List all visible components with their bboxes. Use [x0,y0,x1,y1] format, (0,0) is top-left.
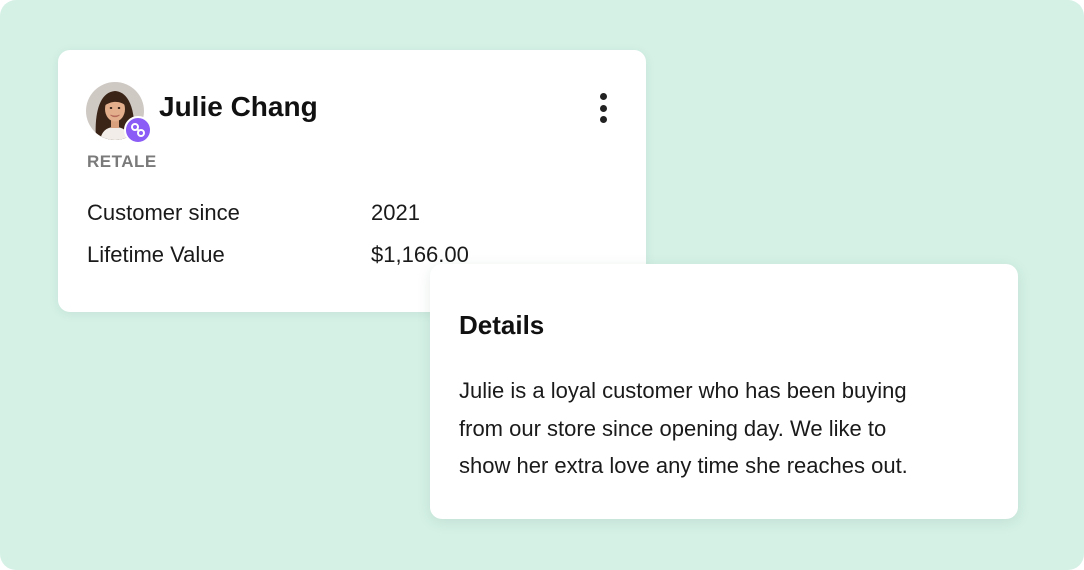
details-line: Julie is a loyal customer who has been b… [459,378,907,403]
customer-since-value: 2021 [371,200,420,225]
customer-name: Julie Chang [159,91,318,122]
details-line: show her extra love any time she reaches… [459,453,908,478]
more-options-icon[interactable] [592,90,614,126]
page-background: Julie Chang RETALE Customer since 2021 L… [0,0,1084,570]
details-line: from our store since opening day. We lik… [459,415,887,441]
menu-dot [599,93,607,100]
details-card: Details Julie is a loyal customer who ha… [430,264,1018,519]
avatar[interactable] [86,82,152,144]
menu-dot [599,104,607,112]
details-title: Details [459,310,545,340]
company-label: RETALE [87,152,157,171]
customer-since-label: Customer since [87,200,240,225]
details-text: Julie is a loyal customer who has been b… [459,372,989,485]
menu-dot [599,116,607,123]
lifetime-value-label: Lifetime Value [87,242,225,267]
link-icon[interactable] [124,116,152,144]
